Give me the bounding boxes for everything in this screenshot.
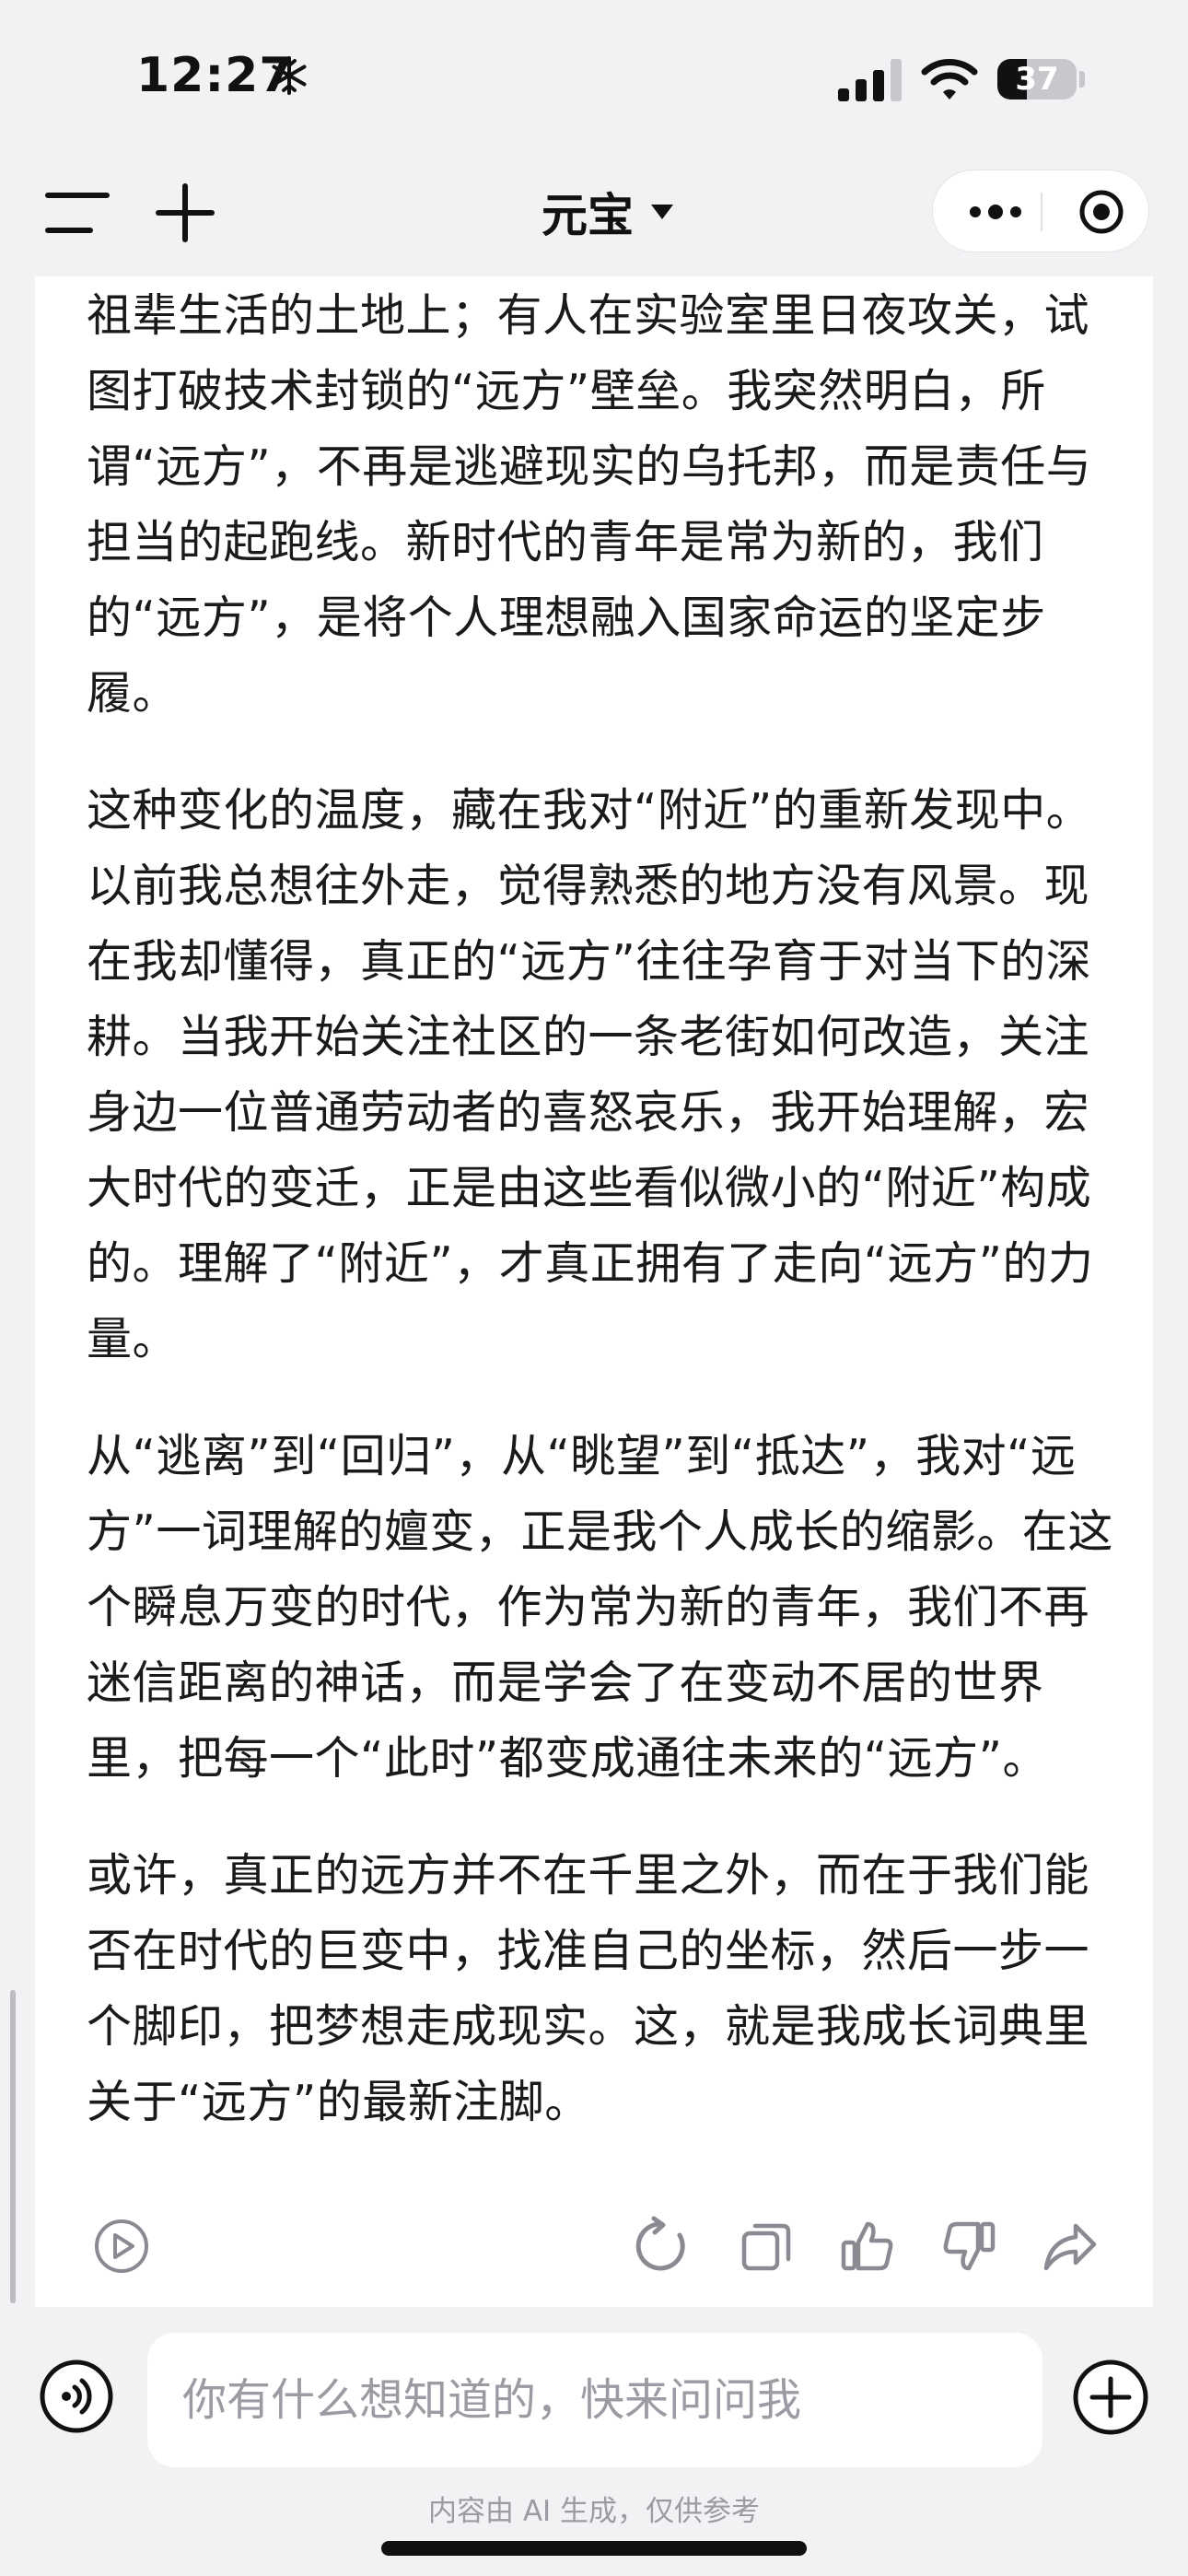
play-icon[interactable] — [90, 2215, 153, 2277]
message-action-bar — [35, 2211, 1153, 2285]
copy-icon[interactable] — [735, 2215, 798, 2277]
plus-circle-icon[interactable] — [1072, 2359, 1149, 2436]
scroll-indicator[interactable] — [10, 1990, 16, 2303]
menu-icon[interactable] — [44, 188, 111, 238]
caret-down-icon — [651, 205, 673, 219]
nav-bar: 元宝 — [0, 157, 1188, 276]
plus-icon[interactable] — [155, 182, 215, 243]
cellular-signal-icon — [838, 59, 902, 101]
capsule-divider — [1041, 193, 1042, 231]
thumbs-up-icon[interactable] — [836, 2215, 899, 2277]
message-body: 祖辈生活的土地上；有人在实验室里日夜攻关，试图打破技术封锁的“远方”壁垒。我突然… — [87, 276, 1122, 2182]
regenerate-icon[interactable] — [632, 2215, 694, 2277]
share-icon[interactable] — [1039, 2215, 1101, 2277]
message-paragraph: 祖辈生活的土地上；有人在实验室里日夜攻关，试图打破技术封锁的“远方”壁垒。我突然… — [87, 289, 1092, 720]
chat-input[interactable] — [147, 2333, 1042, 2467]
mini-program-capsule — [932, 170, 1149, 252]
battery-indicator: 37 — [997, 59, 1077, 100]
battery-cap — [1079, 71, 1085, 88]
wifi-icon — [921, 59, 978, 100]
thumbs-down-icon[interactable] — [938, 2215, 1000, 2277]
ai-disclaimer: 内容由 AI 生成，仅供参考 — [427, 2495, 761, 2528]
home-indicator[interactable] — [381, 2541, 807, 2556]
model-selector[interactable]: 元宝 — [497, 175, 718, 249]
message-paragraph: 这种变化的温度，藏在我对“附近”的重新发现中。以前我总想往外走，觉得熟悉的地方没… — [87, 784, 1094, 1365]
nav-title: 元宝 — [542, 189, 634, 242]
status-bar: 12:27 37 — [0, 0, 1188, 157]
message-paragraph: 或许，真正的远方并不在千里之外，而在于我们能否在时代的巨变中，找准自己的坐标，然… — [87, 1849, 1090, 2128]
target-close-icon[interactable] — [1078, 189, 1124, 235]
snowflake-icon — [272, 56, 307, 95]
voice-icon[interactable] — [39, 2359, 114, 2434]
assistant-message-card: 祖辈生活的土地上；有人在实验室里日夜攻关，试图打破技术封锁的“远方”壁垒。我突然… — [35, 276, 1153, 2307]
message-paragraph: 从“逃离”到“回归”，从“眺望”到“抵达”，我对“远方”一词理解的嬗变，正是我个… — [87, 1430, 1113, 1785]
more-dots-icon[interactable] — [966, 198, 1025, 226]
battery-level: 37 — [1015, 61, 1059, 98]
